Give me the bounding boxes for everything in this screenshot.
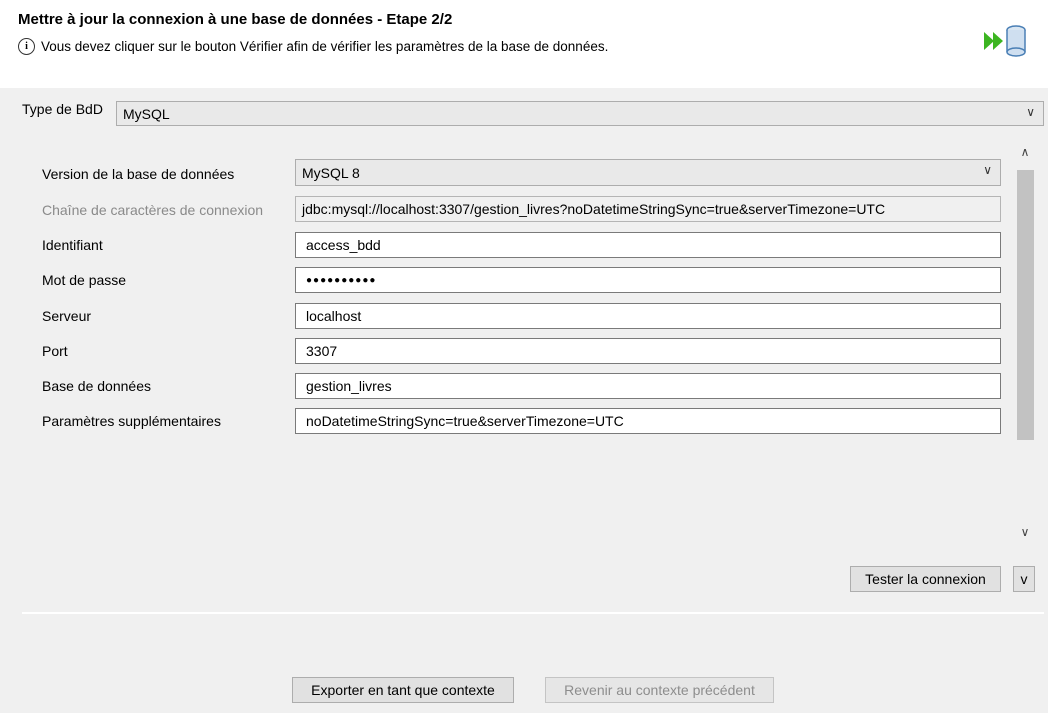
- db-type-label: Type de BdD: [22, 101, 103, 117]
- server-input[interactable]: localhost: [295, 303, 1001, 329]
- version-label: Version de la base de données: [42, 166, 235, 182]
- revert-context-button: Revenir au contexte précédent: [545, 677, 774, 703]
- extra-params-input[interactable]: noDatetimeStringSync=true&serverTimezone…: [295, 408, 1001, 434]
- database-label: Base de données: [42, 378, 151, 394]
- scroll-thumb[interactable]: [1017, 170, 1034, 440]
- connection-string-label: Chaîne de caractères de connexion: [42, 202, 264, 218]
- connection-form: Version de la base de données MySQL 8 ∨ …: [22, 143, 1014, 560]
- db-type-row: Type de BdD: [22, 101, 108, 117]
- separator: [22, 612, 1044, 614]
- password-label: Mot de passe: [42, 272, 127, 288]
- info-icon: i: [18, 38, 35, 55]
- db-type-select[interactable]: MySQL ∨: [116, 101, 1044, 126]
- chevron-up-icon[interactable]: ∧: [1015, 145, 1035, 165]
- test-connection-button[interactable]: Tester la connexion: [850, 566, 1001, 592]
- server-label: Serveur: [42, 308, 92, 324]
- form-scrollbar[interactable]: ∧ ∨: [1015, 143, 1035, 560]
- wizard-header: Mettre à jour la connexion à une base de…: [0, 0, 1048, 88]
- database-input[interactable]: gestion_livres: [295, 373, 1001, 399]
- info-message-text: Vous devez cliquer sur le bouton Vérifie…: [41, 39, 609, 54]
- chevron-down-icon: ∨: [983, 163, 992, 177]
- info-message: i Vous devez cliquer sur le bouton Vérif…: [18, 38, 608, 55]
- login-label: Identifiant: [42, 237, 103, 253]
- password-input[interactable]: ●●●●●●●●●●: [295, 267, 1001, 293]
- version-select[interactable]: MySQL 8 ∨: [295, 159, 1001, 186]
- database-arrow-icon: [984, 25, 1026, 57]
- version-value: MySQL 8: [302, 164, 360, 181]
- extra-params-label: Paramètres supplémentaires: [42, 413, 221, 429]
- password-value: ●●●●●●●●●●: [306, 274, 377, 286]
- chevron-down-icon: ∨: [1026, 105, 1035, 119]
- export-context-button[interactable]: Exporter en tant que contexte: [292, 677, 514, 703]
- login-input[interactable]: access_bdd: [295, 232, 1001, 258]
- chevron-down-icon[interactable]: ∨: [1015, 525, 1035, 545]
- wizard-title: Mettre à jour la connexion à une base de…: [18, 11, 453, 28]
- toggle-button[interactable]: v: [1013, 566, 1035, 592]
- db-type-value: MySQL: [123, 105, 170, 122]
- port-label: Port: [42, 343, 68, 359]
- connection-string-field: jdbc:mysql://localhost:3307/gestion_livr…: [295, 196, 1001, 222]
- port-input[interactable]: 3307: [295, 338, 1001, 364]
